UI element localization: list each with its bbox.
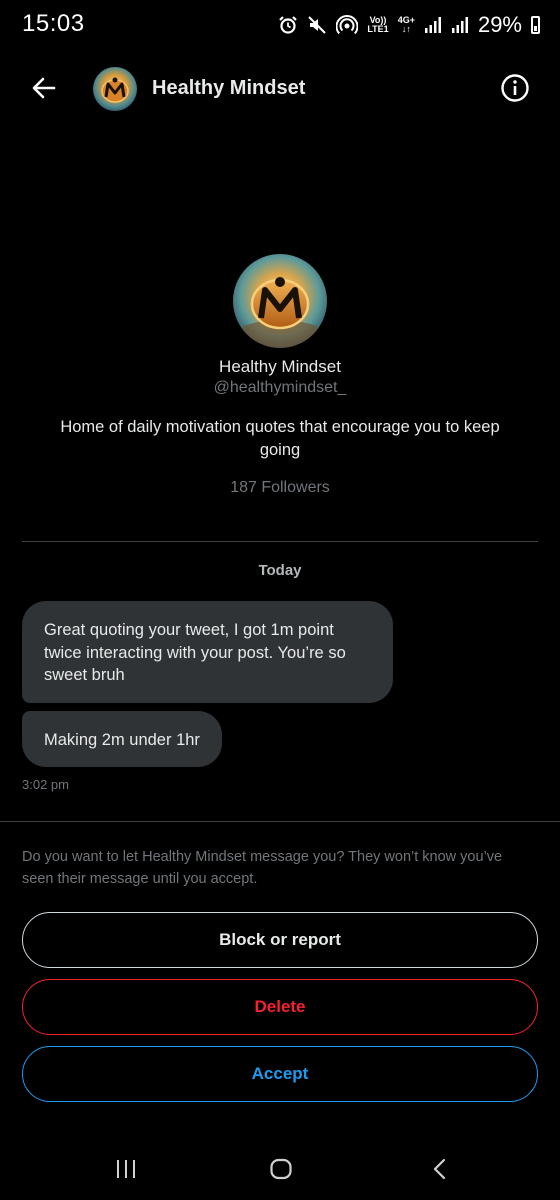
header-title: Healthy Mindset [152, 77, 306, 99]
home-icon[interactable] [269, 1157, 293, 1181]
message-bubble[interactable]: Making 2m under 1hr [22, 711, 222, 767]
status-icons: Vo)) LTE1 4G+ ↓↑ 29% [278, 11, 540, 39]
profile-avatar[interactable] [233, 254, 327, 348]
volte-indicator: Vo)) LTE1 [367, 15, 389, 34]
status-bar: 15:03 Vo)) LTE1 4G+ ↓↑ 29% [0, 0, 560, 50]
alarm-icon [279, 16, 298, 34]
signal-icon [424, 17, 441, 33]
message-timestamp: 3:02 pm [22, 777, 69, 792]
message-bubble[interactable]: Great quoting your tweet, I got 1m point… [22, 601, 393, 703]
status-time: 15:03 [22, 10, 85, 37]
info-icon[interactable] [499, 72, 531, 104]
divider [0, 821, 560, 822]
battery-icon [531, 16, 540, 34]
network-type-indicator: 4G+ ↓↑ [397, 15, 415, 34]
system-nav-bar [0, 1140, 560, 1200]
profile-name: Healthy Mindset [219, 357, 341, 376]
profile-followers[interactable]: 187 Followers [0, 479, 560, 497]
block-or-report-button[interactable]: Block or report [22, 912, 538, 968]
header-avatar[interactable] [93, 67, 137, 111]
mute-icon [308, 16, 327, 34]
battery-percent: 29% [477, 12, 522, 37]
date-separator: Today [258, 562, 302, 579]
back-arrow-icon[interactable] [28, 72, 60, 104]
hotspot-icon [336, 14, 359, 35]
accept-button[interactable]: Accept [22, 1046, 538, 1102]
divider [22, 541, 538, 542]
message-request-prompt: Do you want to let Healthy Mindset messa… [22, 849, 503, 887]
profile-bio: Home of daily motivation quotes that enc… [60, 418, 500, 459]
delete-button[interactable]: Delete [22, 979, 538, 1035]
recent-apps-icon[interactable] [114, 1157, 138, 1181]
signal-icon-2 [451, 17, 468, 33]
conversation-header: Healthy Mindset [0, 58, 560, 120]
nav-back-icon[interactable] [428, 1157, 452, 1181]
profile-handle: @healthymindset_ [213, 379, 347, 396]
